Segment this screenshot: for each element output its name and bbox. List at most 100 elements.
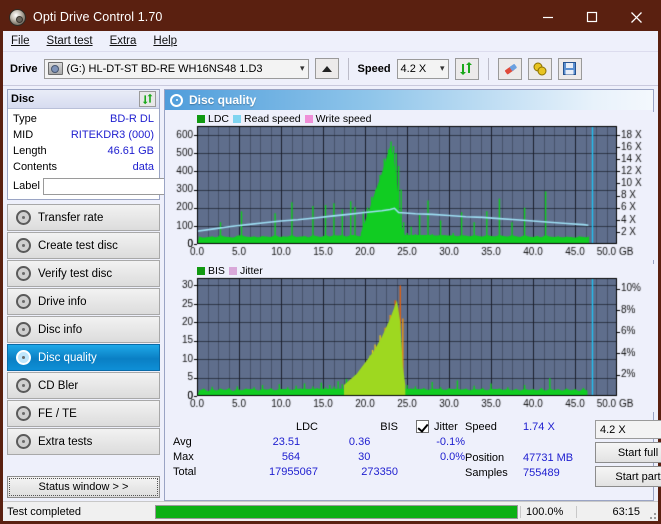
- legend-swatch: [197, 267, 205, 275]
- stats-row-total: Total 17955067 273350: [173, 464, 465, 479]
- refresh-icon: [459, 61, 474, 76]
- eject-button[interactable]: [315, 58, 339, 79]
- jitter-checkbox[interactable]: [416, 420, 429, 433]
- disc-row-type: Type BD-R DL: [13, 111, 154, 127]
- sidebar-item-create-test-disc[interactable]: Create test disc: [7, 232, 160, 259]
- content-header: Disc quality: [165, 90, 653, 110]
- bis-chart-legend: BISJitter: [197, 265, 263, 277]
- save-button[interactable]: [558, 58, 582, 80]
- menu-extra[interactable]: Extra: [110, 35, 137, 47]
- stats-area: LDC BIS Jitter Avg 23.51 0.36 -0.1%: [165, 415, 653, 487]
- ldc-chart-canvas[interactable]: [167, 112, 657, 260]
- status-window-button[interactable]: Status window > >: [7, 476, 160, 498]
- disc-contents-label: Contents: [13, 161, 57, 173]
- menu-file[interactable]: File: [11, 35, 30, 47]
- jitter-toggle[interactable]: Jitter: [416, 420, 458, 433]
- resize-grip[interactable]: [646, 502, 658, 521]
- disc-icon: [16, 266, 31, 281]
- sidebar-item-extra-tests[interactable]: Extra tests: [7, 428, 160, 455]
- chevron-down-icon: ▾: [434, 63, 445, 74]
- readout-speed-value: 1.74 X: [523, 421, 555, 433]
- window-title: Opti Drive Control 1.70: [33, 10, 162, 24]
- disc-icon: [16, 406, 31, 421]
- sidebar-spacer: [7, 455, 160, 476]
- legend-item: LDC: [197, 113, 229, 125]
- disc-icon: [16, 378, 31, 393]
- test-speed-select[interactable]: 4.2 X ▾: [595, 420, 661, 439]
- toolbar-divider: [348, 58, 349, 80]
- readout-area: Speed 1.74 X Position 47731 MB Samples 7…: [465, 419, 661, 487]
- sidebar-item-cd-bler[interactable]: CD Bler: [7, 372, 160, 399]
- bis-chart-canvas[interactable]: [167, 264, 657, 412]
- disc-refresh-button[interactable]: [139, 91, 156, 107]
- legend-swatch: [233, 115, 241, 123]
- drive-select[interactable]: (G:) HL-DT-ST BD-RE WH16NS48 1.D3 ▾: [44, 59, 309, 79]
- elapsed-time: 63:15: [576, 506, 646, 518]
- chevron-down-icon: ▾: [294, 63, 305, 74]
- bis-chart: BISJitter: [167, 264, 651, 415]
- legend-swatch: [197, 115, 205, 123]
- sidebar-item-disc-quality[interactable]: Disc quality: [7, 344, 160, 371]
- start-full-button[interactable]: Start full: [595, 442, 661, 463]
- legend-swatch: [229, 267, 237, 275]
- sidebar-item-drive-info[interactable]: Drive info: [7, 288, 160, 315]
- legend-item: Write speed: [305, 113, 372, 125]
- menu-start-test-label: Start test: [47, 35, 93, 47]
- sidebar-item-label: Create test disc: [38, 240, 118, 252]
- readout-position-label: Position: [465, 452, 523, 464]
- readout-row-position: Position 47731 MB: [465, 450, 595, 465]
- disc-panel: Disc Type BD-R DL MID R: [7, 89, 160, 200]
- speed-label: Speed: [358, 63, 391, 75]
- sidebar-item-disc-info[interactable]: Disc info: [7, 316, 160, 343]
- readout-speed-label: Speed: [465, 421, 523, 433]
- refresh-icon: [142, 93, 154, 105]
- disc-label-row: Label: [13, 177, 154, 195]
- legend-label: Jitter: [240, 265, 263, 277]
- refresh-button[interactable]: [455, 58, 479, 80]
- bulb-icon: [532, 61, 548, 77]
- maximize-icon[interactable]: [570, 3, 614, 31]
- legend-swatch: [305, 115, 313, 123]
- eject-icon: [322, 66, 332, 72]
- disc-type-label: Type: [13, 113, 37, 125]
- disc-type-value: BD-R DL: [110, 113, 154, 125]
- drive-toolbar: Drive (G:) HL-DT-ST BD-RE WH16NS48 1.D3 …: [3, 52, 658, 86]
- speed-select-value: 4.2 X: [401, 63, 427, 75]
- menu-help[interactable]: Help: [153, 35, 177, 47]
- toolbar-divider-2: [488, 58, 489, 80]
- ldc-chart: LDCRead speedWrite speed: [167, 112, 651, 263]
- stats-max-bis: 30: [300, 451, 370, 463]
- readout-controls: 4.2 X ▾ Start full Start part: [595, 419, 661, 487]
- erase-button[interactable]: [498, 58, 522, 80]
- stats-row-max: Max 564 30 0.0%: [173, 449, 465, 464]
- disc-icon: [16, 350, 31, 365]
- sidebar-item-label: Disc quality: [38, 352, 97, 364]
- test-speed-value: 4.2 X: [600, 424, 626, 436]
- drive-icon: [48, 62, 63, 75]
- jitter-label: Jitter: [434, 421, 458, 433]
- window-controls: [526, 3, 658, 31]
- charts-area: LDCRead speedWrite speed BISJitter: [165, 110, 653, 415]
- menu-start-test[interactable]: Start test: [47, 35, 93, 47]
- sidebar-item-fe-te[interactable]: FE / TE: [7, 400, 160, 427]
- drive-label: Drive: [10, 63, 38, 75]
- close-icon[interactable]: [614, 3, 658, 31]
- progress-bar: [155, 505, 518, 519]
- stats-col-ldc: LDC: [233, 421, 318, 433]
- progress-fill: [156, 506, 517, 518]
- ldc-chart-legend: LDCRead speedWrite speed: [197, 113, 372, 125]
- settings-button[interactable]: [528, 58, 552, 80]
- sidebar-item-label: Verify test disc: [38, 268, 112, 280]
- eraser-icon: [502, 61, 518, 77]
- drive-select-value: (G:) HL-DT-ST BD-RE WH16NS48 1.D3: [67, 63, 263, 75]
- sidebar: Disc Type BD-R DL MID R: [7, 89, 160, 501]
- sidebar-item-verify-test-disc[interactable]: Verify test disc: [7, 260, 160, 287]
- legend-label: LDC: [208, 113, 229, 125]
- start-part-button[interactable]: Start part: [595, 466, 661, 487]
- disc-icon: [16, 210, 31, 225]
- stats-max-ldc: 564: [226, 451, 301, 463]
- menu-file-label: File: [11, 35, 30, 47]
- speed-select[interactable]: 4.2 X ▾: [397, 59, 449, 79]
- minimize-icon[interactable]: [526, 3, 570, 31]
- sidebar-item-transfer-rate[interactable]: Transfer rate: [7, 204, 160, 231]
